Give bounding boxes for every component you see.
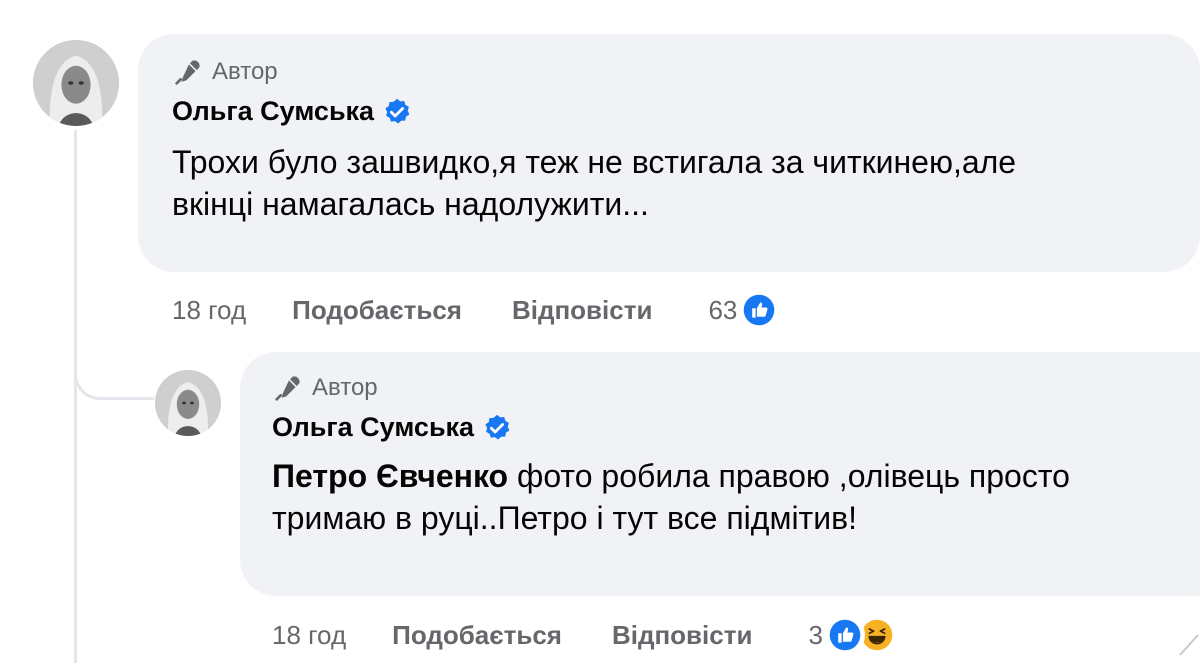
reply-connector [74, 340, 154, 400]
reactions-summary[interactable]: 3 [808, 615, 897, 655]
avatar[interactable] [33, 40, 119, 126]
like-button[interactable]: Подобається [392, 620, 562, 651]
author-badge-label: Автор [312, 374, 378, 401]
reactions-summary[interactable]: 63 [708, 290, 780, 330]
like-icon [824, 615, 865, 655]
comment-text: Трохи було зашвидко,я теж не встигала за… [172, 144, 1017, 222]
author-badge: Автор [172, 56, 1168, 88]
comment-text: Петро Євченко фото робила правою ,олівец… [272, 455, 1177, 539]
comment-author[interactable]: Ольга Сумська [172, 96, 1168, 127]
verified-badge-icon [485, 414, 510, 439]
mention-link[interactable]: Петро Євченко [272, 458, 508, 494]
reply-button[interactable]: Відповісти [512, 295, 652, 326]
author-badge: Автор [272, 372, 1198, 404]
like-icon [739, 290, 780, 330]
triangle-icon [1179, 634, 1199, 656]
profile-photo [155, 370, 221, 436]
comment-timestamp[interactable]: 18 год [172, 295, 246, 326]
thread-line [74, 130, 77, 663]
comment-actions: 18 год Подобається Відповісти 3 [272, 615, 897, 655]
microphone-icon [275, 376, 300, 401]
comment-bubble: Автор Ольга Сумська Петро Євченко фото р… [240, 352, 1200, 596]
avatar[interactable] [155, 370, 221, 436]
comment-actions: 18 год Подобається Відповісти 63 [172, 290, 780, 330]
reaction-count: 3 [808, 619, 823, 650]
comment-author[interactable]: Ольга Сумська [272, 412, 1198, 443]
author-name[interactable]: Ольга Сумська [172, 96, 374, 127]
author-name[interactable]: Ольга Сумська [272, 412, 474, 443]
reaction-count: 63 [708, 294, 738, 325]
comment-timestamp[interactable]: 18 год [272, 620, 346, 651]
microphone-icon [175, 60, 200, 85]
profile-photo [33, 40, 119, 126]
author-badge-label: Автор [212, 58, 278, 85]
comment-bubble: Автор Ольга Сумська Трохи було зашвидко,… [138, 34, 1200, 272]
verified-badge-icon [385, 98, 410, 123]
like-button[interactable]: Подобається [292, 295, 462, 326]
reply-button[interactable]: Відповісти [612, 620, 752, 651]
